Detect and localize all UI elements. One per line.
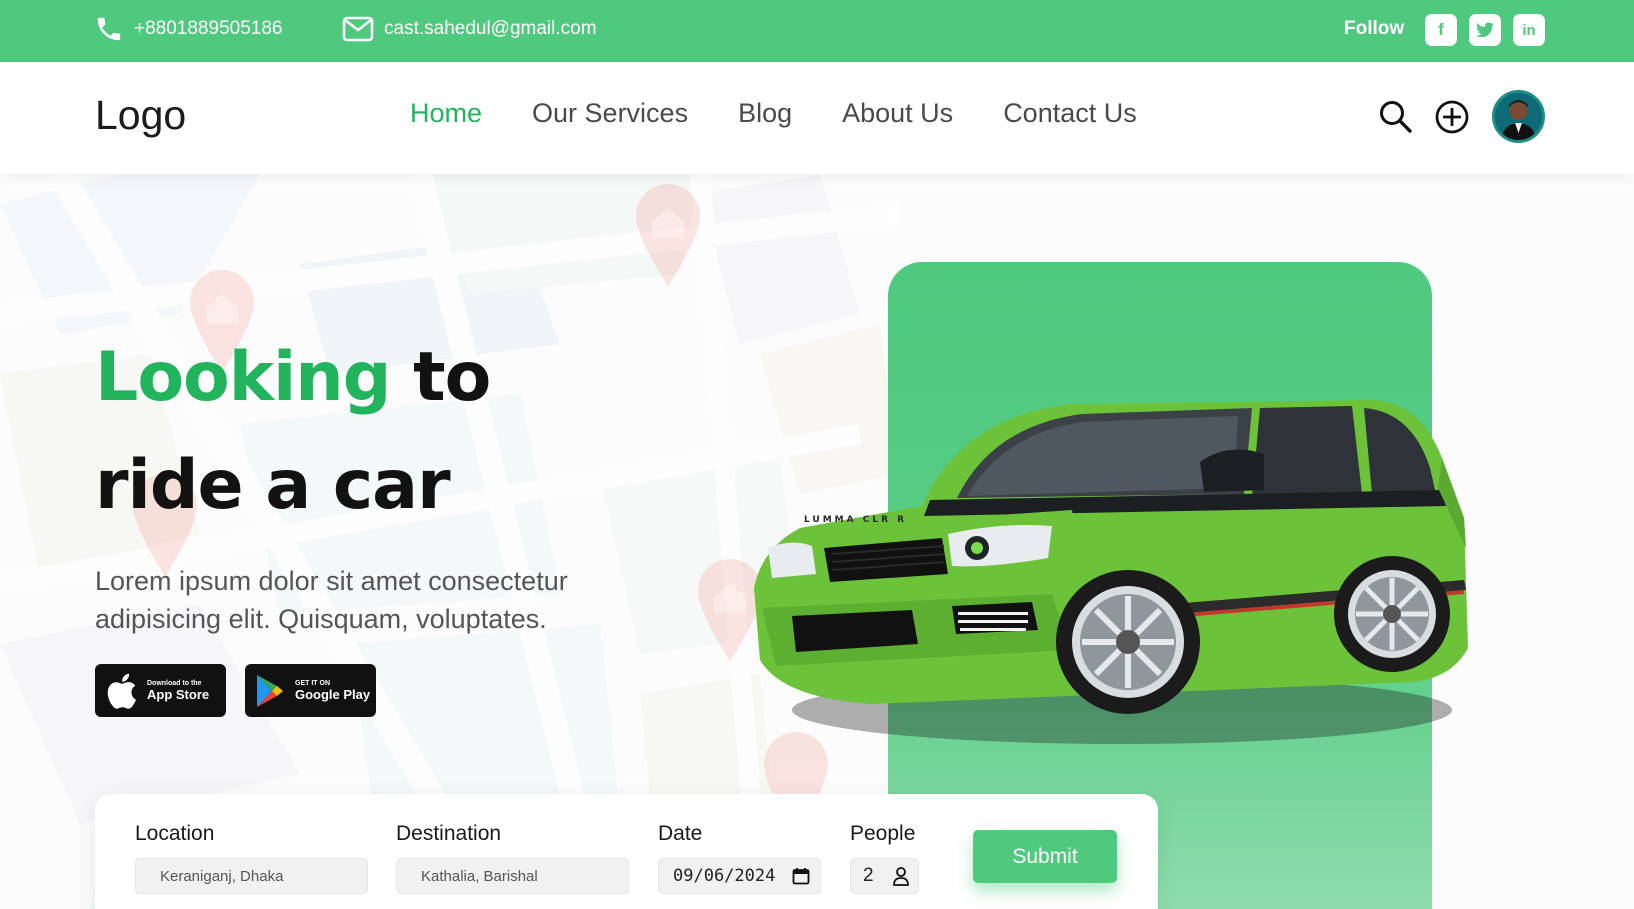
nav-link-services[interactable]: Our Services bbox=[532, 98, 688, 129]
app-store-small: Download to the bbox=[147, 679, 202, 687]
top-contact-bar: +8801889505186 cast.sahedul@gmail.com Fo… bbox=[0, 0, 1634, 62]
nav-link-blog[interactable]: Blog bbox=[738, 98, 792, 129]
hero-title-rest: to bbox=[413, 338, 491, 417]
phone-contact[interactable]: +8801889505186 bbox=[94, 0, 282, 58]
date-input[interactable]: 09/06/2024 bbox=[658, 858, 821, 894]
nav-link-about[interactable]: About Us bbox=[842, 98, 953, 129]
main-navbar: Logo Home Our Services Blog About Us Con… bbox=[0, 62, 1634, 174]
app-store-button[interactable]: Download to the App Store bbox=[95, 664, 226, 717]
phone-number[interactable]: +8801889505186 bbox=[134, 18, 282, 40]
linkedin-icon[interactable]: in bbox=[1513, 14, 1545, 46]
hero-car-image: LUMMA CLR R bbox=[754, 400, 1468, 744]
app-store-text: Download to the App Store bbox=[147, 680, 209, 702]
location-input[interactable]: Keraniganj, Dhaka bbox=[135, 858, 368, 894]
follow-label: Follow bbox=[1344, 18, 1405, 39]
add-circle-icon[interactable] bbox=[1434, 99, 1470, 135]
people-field: People 2 bbox=[850, 822, 919, 894]
nav-links: Home Our Services Blog About Us Contact … bbox=[410, 98, 1137, 129]
hero-title-line-2: ride a car bbox=[95, 446, 451, 525]
site-logo[interactable]: Logo bbox=[95, 92, 186, 139]
destination-input[interactable]: Kathalia, Barishal bbox=[396, 858, 629, 894]
hero-title-line-1: Looking to bbox=[95, 338, 491, 417]
hero-title-highlight: Looking bbox=[95, 338, 391, 417]
app-store-big: App Store bbox=[147, 686, 210, 702]
google-play-small: GET IT ON bbox=[295, 679, 330, 687]
calendar-icon[interactable] bbox=[792, 867, 810, 885]
location-label: Location bbox=[135, 822, 215, 845]
google-play-big: Google Play bbox=[295, 686, 371, 702]
email-address[interactable]: cast.sahedul@gmail.com bbox=[384, 18, 597, 40]
location-field: Location Keraniganj, Dhaka bbox=[135, 822, 368, 894]
nav-link-home[interactable]: Home bbox=[410, 98, 482, 129]
booking-form: Location Keraniganj, Dhaka Destination K… bbox=[95, 794, 1158, 909]
destination-label: Destination bbox=[396, 822, 502, 845]
twitter-icon[interactable] bbox=[1469, 14, 1501, 46]
google-play-icon bbox=[257, 674, 283, 707]
person-icon bbox=[893, 867, 909, 886]
user-avatar[interactable] bbox=[1492, 90, 1545, 143]
apple-icon bbox=[107, 673, 136, 709]
nav-link-contact[interactable]: Contact Us bbox=[1003, 98, 1137, 129]
car-plate-text: LUMMA CLR R bbox=[804, 515, 907, 525]
date-value: 09/06/2024 bbox=[673, 866, 776, 886]
date-label: Date bbox=[658, 822, 703, 845]
people-value: 2 bbox=[863, 865, 874, 886]
google-play-text: GET IT ON Google Play bbox=[295, 680, 370, 702]
mail-icon bbox=[342, 16, 374, 42]
people-input[interactable]: 2 bbox=[850, 858, 919, 894]
search-icon[interactable] bbox=[1378, 99, 1414, 135]
hero-description: Lorem ipsum dolor sit amet consectetur a… bbox=[95, 566, 568, 634]
email-contact[interactable]: cast.sahedul@gmail.com bbox=[342, 0, 597, 58]
google-play-button[interactable]: GET IT ON Google Play bbox=[245, 664, 376, 717]
facebook-icon[interactable]: f bbox=[1425, 14, 1457, 46]
people-label: People bbox=[850, 822, 916, 845]
destination-field: Destination Kathalia, Barishal bbox=[396, 822, 629, 894]
date-field: Date 09/06/2024 bbox=[658, 822, 821, 894]
phone-icon bbox=[97, 17, 121, 41]
submit-button[interactable]: Submit bbox=[973, 830, 1117, 883]
